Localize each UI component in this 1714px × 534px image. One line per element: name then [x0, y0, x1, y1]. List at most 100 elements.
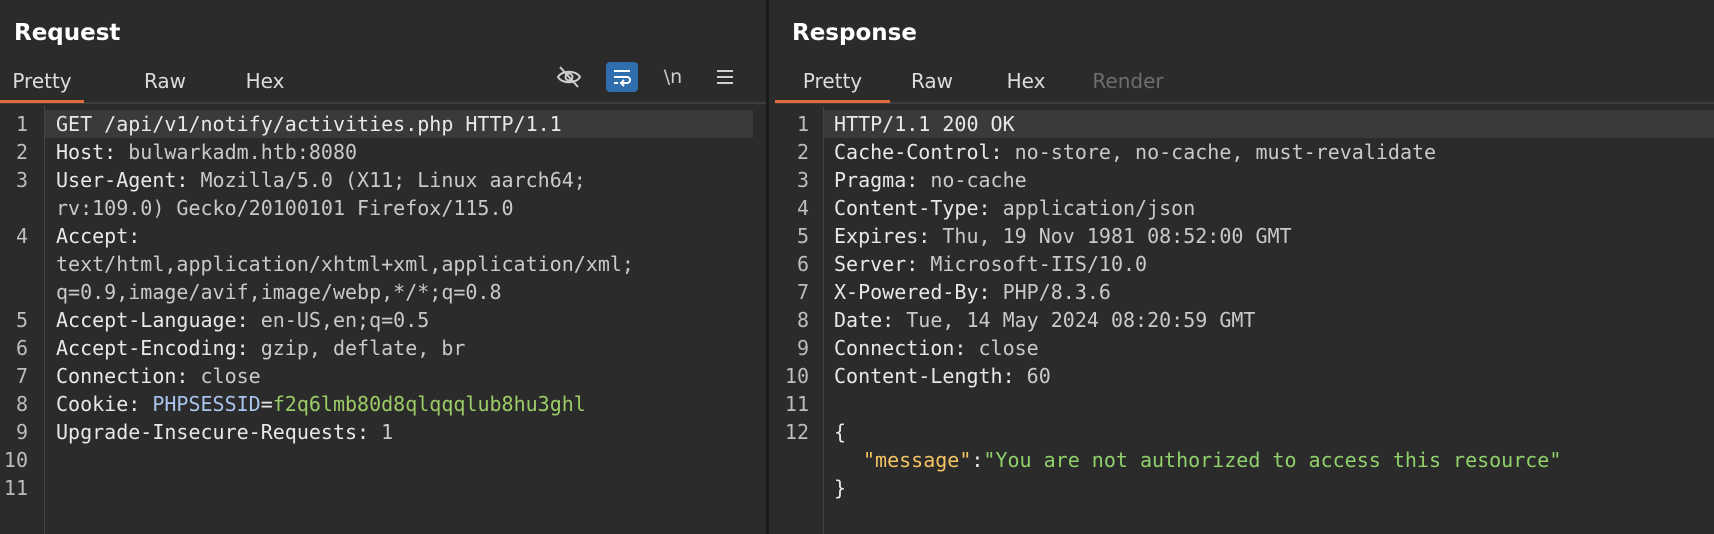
- header-value: rv:109.0) Gecko/20100101 Firefox/115.0: [56, 196, 514, 220]
- line-number: 9: [15, 420, 28, 444]
- header-value: 1: [381, 420, 394, 444]
- response-line: HTTP/1.1 200 OK: [824, 110, 1714, 138]
- request-line: User-Agent: Mozilla/5.0 (X11; Linux aarc…: [45, 166, 766, 194]
- header-value: text/html,application/xhtml+xml,applicat…: [56, 252, 634, 276]
- wrap-lines-icon[interactable]: [606, 62, 638, 92]
- response-line: Date: Tue, 14 May 2024 08:20:59 GMT: [824, 306, 1714, 334]
- line-number: 7: [15, 364, 28, 388]
- header-name: Expires:: [834, 224, 931, 248]
- response-line: X-Powered-By: PHP/8.3.6: [824, 278, 1714, 306]
- response-line: Connection: close: [824, 334, 1714, 362]
- header-name: Connection:: [56, 364, 189, 388]
- header-name: Cache-Control:: [834, 140, 1003, 164]
- line-number: 2: [796, 140, 809, 164]
- header-name: Content-Type:: [834, 196, 991, 220]
- header-value: no-store, no-cache, must-revalidate: [1014, 140, 1437, 164]
- line-number: 12: [784, 420, 809, 444]
- response-line: Server: Microsoft-IIS/10.0: [824, 250, 1714, 278]
- request-tab-raw[interactable]: Raw: [126, 62, 204, 100]
- header-value: no-cache: [930, 168, 1027, 192]
- header-value: en-US,en;q=0.5: [260, 308, 430, 332]
- response-tab-pretty[interactable]: Pretty: [775, 62, 890, 103]
- request-tab-pretty[interactable]: Pretty: [0, 62, 84, 103]
- request-line: Host: bulwarkadm.htb:8080: [45, 138, 766, 166]
- header-value: close: [200, 364, 261, 388]
- response-line: Cache-Control: no-store, no-cache, must-…: [824, 138, 1714, 166]
- header-value: application/json: [1002, 196, 1196, 220]
- line-number: 5: [796, 224, 809, 248]
- menu-icon[interactable]: [709, 62, 741, 92]
- cookie-equals: =: [260, 392, 273, 416]
- json-string-value: "You are not authorized to access this r…: [983, 448, 1562, 472]
- request-line: Upgrade-Insecure-Requests: 1: [45, 418, 766, 446]
- header-value: PHP/8.3.6: [1002, 280, 1111, 304]
- json-key: "message": [863, 448, 972, 472]
- json-colon: :: [971, 448, 984, 472]
- line-number: 10: [3, 448, 28, 472]
- response-line-wrap: "message":"You are not authorized to acc…: [824, 446, 1714, 474]
- response-line-empty: [824, 390, 1714, 418]
- request-line-wrap: text/html,application/xhtml+xml,applicat…: [45, 250, 766, 278]
- response-editor[interactable]: 1 2 3 4 5 6 7 8 9 10 11 12 HTTP/1.1 200 …: [769, 106, 1714, 534]
- header-name: Date:: [834, 308, 895, 332]
- json-close-brace: }: [834, 476, 847, 500]
- request-line-wrap: rv:109.0) Gecko/20100101 Firefox/115.0: [45, 194, 766, 222]
- header-name: User-Agent:: [56, 168, 189, 192]
- request-line: Accept:: [45, 222, 766, 250]
- cookie-value: f2q6lmb80d8qlqqqlub8hu3ghl: [272, 392, 586, 416]
- response-tab-raw[interactable]: Raw: [893, 62, 971, 100]
- header-name: Upgrade-Insecure-Requests:: [56, 420, 370, 444]
- request-editor[interactable]: 1 2 3 4 5 6 7 8 9 10 11 GET /api/v1/noti…: [0, 106, 766, 534]
- header-value: bulwarkadm.htb:8080: [128, 140, 358, 164]
- request-tabs: Pretty Raw Hex: [0, 62, 766, 104]
- response-code: HTTP/1.1 200 OK Cache-Control: no-store,…: [824, 110, 1714, 502]
- line-number: 5: [15, 308, 28, 332]
- header-name: Host:: [56, 140, 117, 164]
- header-value: q=0.9,image/avif,image/webp,*/*;q=0.8: [56, 280, 502, 304]
- line-number: 11: [3, 476, 28, 500]
- request-line-gutter: 1 2 3 4 5 6 7 8 9 10 11: [0, 106, 45, 534]
- header-value: Thu, 19 Nov 1981 08:52:00 GMT: [942, 224, 1292, 248]
- newline-icon[interactable]: \n: [657, 62, 689, 92]
- header-name: Connection:: [834, 336, 967, 360]
- line-number: 10: [784, 364, 809, 388]
- line-number: 2: [15, 140, 28, 164]
- header-name: Accept-Encoding:: [56, 336, 249, 360]
- line-number: 3: [15, 168, 28, 192]
- json-open-brace: {: [834, 420, 847, 444]
- line-number: 3: [796, 168, 809, 192]
- request-line: Connection: close: [45, 362, 766, 390]
- response-line: Pragma: no-cache: [824, 166, 1714, 194]
- request-line: Cookie: PHPSESSID=f2q6lmb80d8qlqqqlub8hu…: [45, 390, 766, 418]
- header-value: close: [978, 336, 1039, 360]
- header-value: Microsoft-IIS/10.0: [930, 252, 1148, 276]
- eye-slash-icon[interactable]: [553, 62, 585, 92]
- line-number: 7: [796, 280, 809, 304]
- request-tab-hex[interactable]: Hex: [226, 62, 304, 100]
- line-number: 6: [796, 252, 809, 276]
- main-layout: Request Pretty Raw Hex \n 1 2 3 4 5 6 7 …: [0, 0, 1714, 534]
- line-number: 1: [796, 112, 809, 136]
- response-line: Expires: Thu, 19 Nov 1981 08:52:00 GMT: [824, 222, 1714, 250]
- status-line: HTTP/1.1 200 OK: [834, 112, 1015, 136]
- response-tab-render: Render: [1092, 69, 1164, 93]
- request-line: Accept-Encoding: gzip, deflate, br: [45, 334, 766, 362]
- header-value: Mozilla/5.0 (X11; Linux aarch64;: [200, 168, 586, 192]
- header-name: X-Powered-By:: [834, 280, 991, 304]
- response-pane: Response Pretty Raw Hex Render 1 2 3 4 5…: [769, 0, 1714, 534]
- header-name: Accept-Language:: [56, 308, 249, 332]
- request-line: Accept-Language: en-US,en;q=0.5: [45, 306, 766, 334]
- response-title: Response: [792, 20, 917, 46]
- header-name: Cookie:: [56, 392, 141, 416]
- line-number: 6: [15, 336, 28, 360]
- line-number: 4: [796, 196, 809, 220]
- header-value: 60: [1026, 364, 1051, 388]
- request-code: GET /api/v1/notify/activities.php HTTP/1…: [45, 110, 766, 446]
- response-line: {: [824, 418, 1714, 446]
- response-tabs: Pretty Raw Hex Render: [775, 62, 1714, 104]
- header-name: Pragma:: [834, 168, 919, 192]
- response-tab-hex[interactable]: Hex: [987, 62, 1065, 100]
- line-number: 8: [15, 392, 28, 416]
- response-line: Content-Type: application/json: [824, 194, 1714, 222]
- request-line-wrap: q=0.9,image/avif,image/webp,*/*;q=0.8: [45, 278, 766, 306]
